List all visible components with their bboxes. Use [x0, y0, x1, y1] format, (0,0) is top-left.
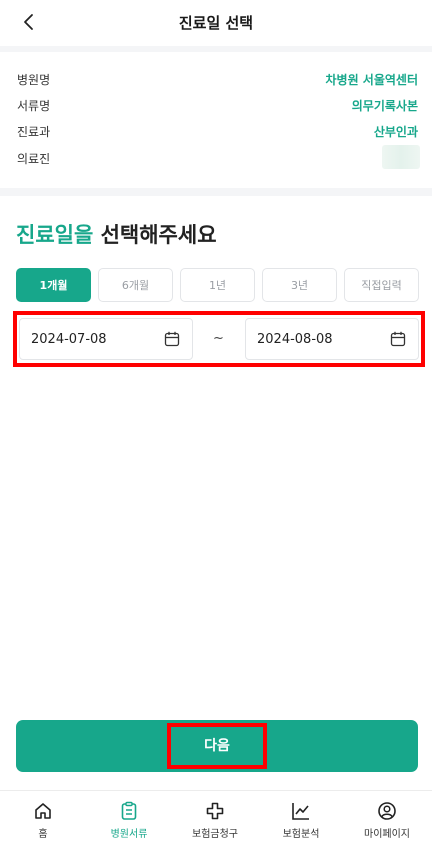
doctor-name-redacted [382, 145, 420, 169]
home-icon [35, 803, 51, 819]
nav-label: 보험분석 [282, 829, 320, 840]
info-label: 서류명 [17, 99, 51, 113]
info-row-document: 서류명 의무기록사본 [0, 93, 432, 117]
bottom-navigation: 홈 병원서류 보험금청구 보험분석 마이페이지 [0, 790, 432, 846]
nav-label: 보험금청구 [192, 829, 238, 840]
heading-accent: 진료일을 [16, 223, 94, 247]
calendar-icon [164, 331, 180, 347]
next-button-label: 다음 [204, 738, 230, 754]
nav-label: 홈 [38, 829, 48, 840]
nav-label: 병원서류 [110, 829, 148, 840]
nav-item-home[interactable]: 홈 [0, 791, 86, 846]
date-separator: ~ [213, 331, 224, 346]
info-label: 병원명 [17, 73, 51, 87]
start-date-field[interactable]: 2024-07-08 [19, 318, 193, 360]
end-date-value: 2024-08-08 [257, 332, 333, 347]
start-date-value: 2024-07-08 [31, 332, 107, 347]
calendar-icon [390, 331, 406, 347]
period-custom-button[interactable]: 직접입력 [344, 268, 419, 302]
end-date-field[interactable]: 2024-08-08 [245, 318, 419, 360]
info-label: 의료진 [17, 152, 51, 166]
medical-cross-icon [206, 802, 224, 820]
clipboard-icon [121, 801, 137, 820]
date-range-highlight: 2024-07-08 ~ 2024-08-08 [13, 311, 425, 367]
user-icon [378, 802, 396, 820]
nav-item-hospital-documents[interactable]: 병원서류 [86, 791, 172, 846]
app-header: 진료일 선택 [0, 0, 432, 46]
info-value: 차병원 서울역센터 [325, 73, 419, 87]
info-row-hospital: 병원명 차병원 서울역센터 [0, 67, 432, 91]
period-3-year-button[interactable]: 3년 [262, 268, 337, 302]
period-6-month-button[interactable]: 6개월 [98, 268, 173, 302]
section-heading: 진료일을 선택해주세요 [16, 219, 217, 249]
period-1-year-button[interactable]: 1년 [180, 268, 255, 302]
nav-item-my-page[interactable]: 마이페이지 [344, 791, 430, 846]
nav-item-insurance-claim[interactable]: 보험금청구 [172, 791, 258, 846]
page-title: 진료일 선택 [178, 14, 254, 32]
nav-label: 마이페이지 [364, 829, 410, 840]
info-value: 산부인과 [373, 125, 418, 139]
main-content: 진료일을 선택해주세요 1개월 6개월 1년 3년 직접입력 2024-07-0… [0, 196, 432, 790]
heading-text: 선택해주세요 [93, 223, 217, 247]
next-button[interactable]: 다음 [16, 720, 418, 772]
info-row-department: 진료과 산부인과 [0, 119, 432, 143]
info-label: 진료과 [17, 125, 51, 139]
period-1-month-button[interactable]: 1개월 [16, 268, 91, 302]
info-value: 의무기록사본 [351, 99, 418, 113]
info-row-doctor: 의료진 [0, 145, 432, 170]
nav-item-insurance-analysis[interactable]: 보험분석 [258, 791, 344, 846]
chart-line-icon [292, 803, 309, 820]
hospital-info-card: 병원명 차병원 서울역센터 서류명 의무기록사본 진료과 산부인과 의료진 [0, 52, 432, 188]
